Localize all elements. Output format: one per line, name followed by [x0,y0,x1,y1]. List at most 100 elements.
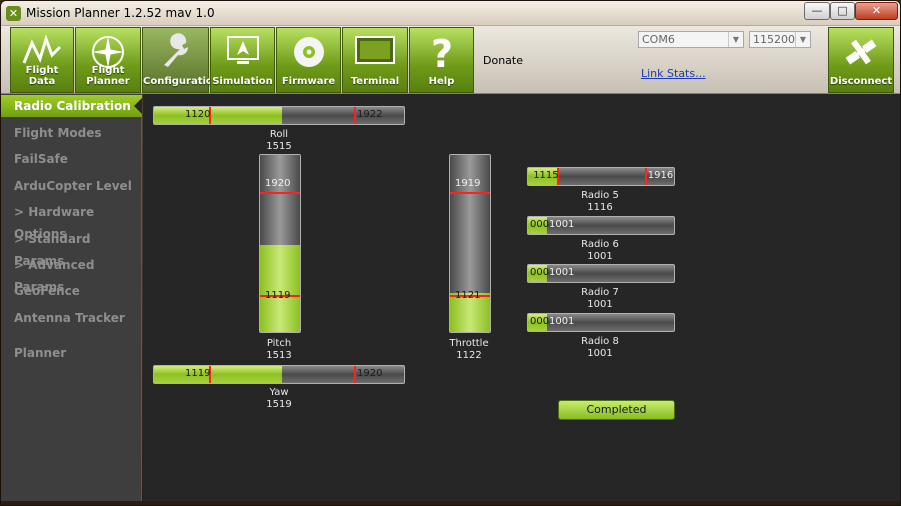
chevron-down-icon[interactable]: ▼ [728,32,743,47]
close-button[interactable]: ✕ [855,2,898,20]
disconnect-button[interactable]: Disconnect [828,27,894,93]
throttle-bar: 1121 1919 [449,154,491,333]
sidebar: Radio Calibration Flight Modes FailSafe … [1,94,142,501]
simulation-label: Simulation [212,76,273,87]
throttle-label: Throttle [449,338,489,349]
radio5-max: 1916 [647,170,674,181]
app-window: ✕ Mission Planner 1.2.52 mav 1.0 — □ ✕ F… [0,0,901,506]
yaw-min: 1119 [185,368,211,379]
radio8-value: 1001 [587,348,613,359]
pitch-caption: Pitch 1513 [219,338,339,362]
terminal-icon [355,36,395,64]
pitch-max-marker [260,192,300,195]
simulation-button[interactable]: Simulation [210,27,275,93]
radio6-max: 1001 [548,219,575,230]
sidebar-item-geofence[interactable]: GeoFence [1,280,142,302]
sidebar-item-arducopter-level[interactable]: ArduCopter Level [1,175,142,197]
radio-calibration-panel: 1120 1922 Roll 1515 1119 1920 Pitch 1513… [143,94,900,501]
window-title: Mission Planner 1.2.52 mav 1.0 [26,6,215,20]
radio7-value: 1001 [587,299,613,310]
help-label: Help [428,76,455,87]
radio7-label: Radio 7 [581,287,619,298]
radio6-min: 000 [530,219,550,230]
throttle-max: 1919 [455,178,481,190]
sidebar-item-standard-params[interactable]: > Standard Params [1,228,142,268]
baud-select[interactable]: 115200 ▼ [749,31,811,48]
throttle-value: 1122 [456,350,482,361]
yaw-max: 1920 [357,368,383,379]
disc-icon [293,37,324,67]
roll-fill [154,107,282,124]
firmware-button[interactable]: Firmware [276,27,341,93]
terminal-label: Terminal [350,76,400,87]
throttle-caption: Throttle 1122 [409,338,529,362]
sidebar-item-antenna-tracker[interactable]: Antenna Tracker [1,307,142,329]
completed-button[interactable]: Completed [558,400,675,420]
radio6-label: Radio 6 [581,239,619,250]
chevron-down-icon[interactable]: ▼ [795,32,810,47]
minimize-button[interactable]: — [804,2,830,20]
yaw-max-marker [354,366,356,383]
radio6-value: 1001 [587,251,613,262]
wrench-icon [163,33,188,67]
sidebar-item-advanced-params[interactable]: > Advanced Params [1,254,142,294]
disconnect-label: Disconnect [829,76,893,87]
sidebar-item-flight-modes[interactable]: Flight Modes [1,122,142,144]
yaw-caption: Yaw 1519 [219,387,339,411]
throttle-max-marker [450,192,490,195]
simulation-icon [226,36,259,64]
donate-link[interactable]: Donate [483,54,523,67]
radio5-max-marker [644,168,647,185]
question-icon: ? [430,33,452,73]
configuration-label: Configuration [143,76,220,87]
pitch-value: 1513 [266,350,292,361]
flight-data-label: Flight Data [25,65,59,87]
sidebar-item-radio-calibration[interactable]: Radio Calibration [1,95,142,117]
radio8-label: Radio 8 [581,336,619,347]
sidebar-item-failsafe[interactable]: FailSafe [1,148,142,170]
radio7-caption: Radio 7 1001 [540,287,660,311]
radio5-min: 1115 [533,170,559,181]
main-toolbar: Flight Data Flight Planner Configuration… [1,26,900,94]
port-select[interactable]: COM6 ▼ [638,31,744,48]
terminal-button[interactable]: Terminal [342,27,408,93]
app-logo-icon: ✕ [6,6,21,21]
flight-planner-label: Flight Planner [86,65,130,87]
roll-max: 1922 [357,109,383,120]
roll-max-marker [354,107,356,124]
help-button[interactable]: ? Help [409,27,474,93]
pitch-max: 1920 [265,178,291,190]
yaw-label: Yaw [269,387,289,398]
link-stats-link[interactable]: Link Stats... [641,67,706,80]
flight-data-button[interactable]: Flight Data [10,27,74,93]
radio7-bar: 000 1001 [527,264,675,283]
yaw-bar: 1119 1920 [153,365,405,384]
maximize-button[interactable]: □ [830,2,855,20]
pitch-label: Pitch [266,338,292,349]
svg-text:?: ? [430,33,452,73]
flight-data-icon [22,34,62,64]
pitch-bar: 1119 1920 [259,154,301,333]
roll-caption: Roll 1515 [219,129,339,153]
pitch-fill [260,245,300,332]
radio7-min: 000 [530,267,550,278]
radio8-min: 000 [530,316,550,327]
port-value: COM6 [642,33,675,46]
flight-planner-button[interactable]: Flight Planner [75,27,141,93]
radio5-bar: 1115 1916 [527,167,675,186]
radio6-bar: 000 1001 [527,216,675,235]
baud-value: 115200 [753,33,795,46]
title-bar: ✕ Mission Planner 1.2.52 mav 1.0 — □ ✕ [1,1,900,26]
yaw-fill [154,366,282,383]
radio8-max: 1001 [548,316,575,327]
roll-min: 1120 [185,109,211,120]
sidebar-item-hardware-options[interactable]: > Hardware Options [1,201,142,241]
yaw-value: 1519 [266,399,292,410]
sidebar-item-planner[interactable]: Planner [1,342,142,364]
roll-bar: 1120 1922 [153,106,405,125]
radio8-bar: 000 1001 [527,313,675,332]
radio7-max: 1001 [548,267,575,278]
configuration-button[interactable]: Configuration [142,27,220,93]
radio5-caption: Radio 5 1116 [540,190,660,214]
radio6-caption: Radio 6 1001 [540,239,660,263]
